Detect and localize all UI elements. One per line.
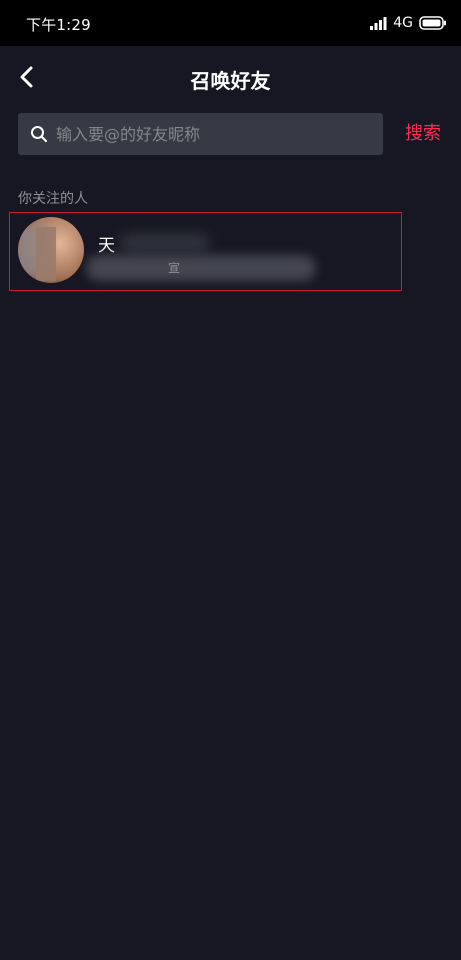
privacy-blur-name xyxy=(120,233,210,253)
privacy-blur-subtitle xyxy=(86,255,316,281)
status-bar: 下午1:29 4G xyxy=(0,0,461,46)
friend-name: 天 xyxy=(98,236,115,256)
status-icons: 4G xyxy=(370,13,447,33)
search-box[interactable] xyxy=(18,113,383,155)
network-label: 4G xyxy=(393,15,413,31)
section-label-following: 你关注的人 xyxy=(18,191,88,207)
avatar xyxy=(18,217,84,283)
status-time: 下午1:29 xyxy=(26,16,91,34)
search-icon xyxy=(31,126,48,143)
battery-icon xyxy=(419,16,446,30)
friend-subtitle: 宣 xyxy=(168,261,181,275)
friend-list-item[interactable]: 天 宣 xyxy=(9,212,402,291)
avatar-mosaic-block xyxy=(36,227,56,281)
page-title: 召唤好友 xyxy=(190,69,271,93)
search-input[interactable] xyxy=(48,114,383,154)
header-bar: 召唤好友 xyxy=(0,46,461,108)
search-button[interactable]: 搜索 xyxy=(397,120,449,148)
signal-icon xyxy=(370,16,387,30)
